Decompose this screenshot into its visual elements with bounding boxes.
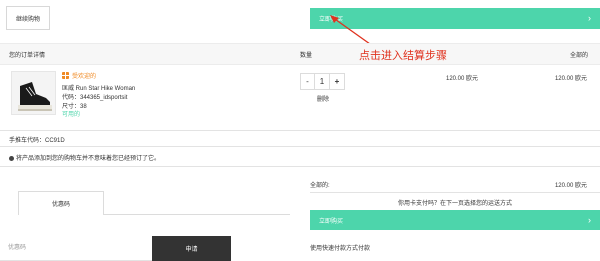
- cart-code: 手推车代码：CC91D: [9, 138, 65, 144]
- continue-shopping-button[interactable]: 继续购物: [6, 6, 50, 30]
- line-total: 120.00 欧元: [554, 76, 587, 82]
- annotation-text: 点击进入结算步骤: [359, 50, 447, 62]
- buy-now-label: 立即购买: [319, 218, 344, 225]
- gift-label: 受欢迎的: [72, 74, 97, 80]
- unit-price: 120.00 欧元: [446, 76, 479, 82]
- coupon-tab[interactable]: 优惠码: [18, 191, 104, 215]
- cart-notice: 将产品添加到您的购物车并不意味着您已经预订了它。: [9, 153, 160, 162]
- increase-quantity-button[interactable]: +: [330, 73, 345, 90]
- summary-total-label: 全部的:: [310, 183, 330, 189]
- coupon-tab-underline: [104, 214, 290, 215]
- product-code: 代码：344365_idsportsit: [62, 95, 128, 101]
- info-icon: [9, 155, 14, 161]
- divider: [0, 166, 600, 167]
- sneaker-icon: [18, 82, 52, 111]
- product-size: 尺寸：38: [62, 104, 87, 110]
- remove-item-link[interactable]: 删除: [317, 94, 329, 103]
- coupon-input[interactable]: [0, 236, 152, 261]
- express-pay-label: 使用快速付款方式付款: [310, 246, 371, 252]
- buy-now-button-bottom[interactable]: 立即购买 ›: [310, 210, 600, 230]
- divider: [310, 192, 600, 193]
- product-name[interactable]: 匡威 Run Star Hike Woman: [62, 85, 135, 93]
- chevron-right-icon: ›: [588, 214, 591, 225]
- product-image[interactable]: [11, 71, 56, 115]
- total-heading: 全部的: [569, 53, 588, 59]
- quantity-heading: 数量: [300, 53, 313, 59]
- divider: [0, 130, 600, 131]
- order-details-heading: 您的订单详情: [9, 53, 46, 59]
- apply-coupon-button[interactable]: 申请: [152, 236, 231, 261]
- quantity-stepper: - 1 +: [300, 73, 345, 90]
- shipping-question: 你用卡支付吗？在下一页选择您的运送方式: [398, 201, 513, 207]
- summary-total-value: 120.00 欧元: [554, 183, 587, 189]
- cart-notice-text: 将产品添加到您的购物车并不意味着您已经预订了它。: [16, 156, 161, 162]
- quantity-value[interactable]: 1: [315, 73, 330, 90]
- availability-status: 可用的: [62, 112, 81, 118]
- chevron-right-icon: ›: [588, 13, 591, 23]
- gift-row: 受欢迎的: [62, 71, 96, 80]
- divider: [0, 146, 600, 147]
- gift-icon: [62, 72, 69, 79]
- decrease-quantity-button[interactable]: -: [300, 73, 315, 90]
